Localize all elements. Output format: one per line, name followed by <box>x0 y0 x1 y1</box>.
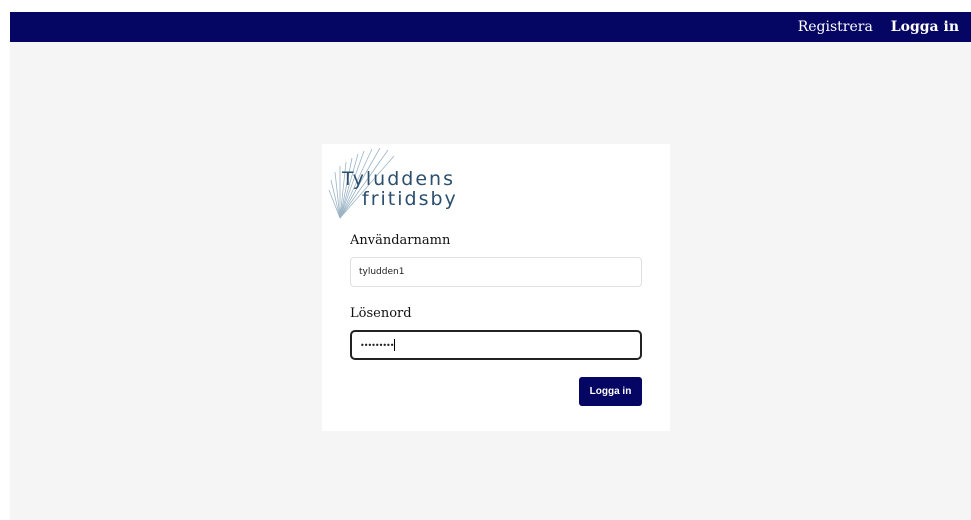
username-label: Användarnamn <box>350 233 451 248</box>
logo: Tyluddens fritidsby <box>328 148 488 220</box>
login-submit-button[interactable]: Logga in <box>579 377 642 406</box>
username-value: tyludden1 <box>359 267 405 277</box>
logo-line-1: Tyluddens <box>342 168 455 190</box>
password-field[interactable]: ••••••••• <box>350 330 642 360</box>
login-link[interactable]: Logga in <box>891 19 959 35</box>
password-masked-value: ••••••••• <box>360 340 394 350</box>
logo-line-2: fritidsby <box>362 188 458 210</box>
login-card: Tyluddens fritidsby Användarnamn tyludde… <box>322 144 670 431</box>
password-label: Lösenord <box>350 306 412 321</box>
register-link[interactable]: Registrera <box>798 19 873 35</box>
app-frame: Registrera Logga in Tyluddens fritidsby … <box>10 12 971 520</box>
username-field[interactable]: tyludden1 <box>350 257 642 287</box>
text-caret <box>394 339 396 351</box>
top-navbar: Registrera Logga in <box>10 12 971 42</box>
